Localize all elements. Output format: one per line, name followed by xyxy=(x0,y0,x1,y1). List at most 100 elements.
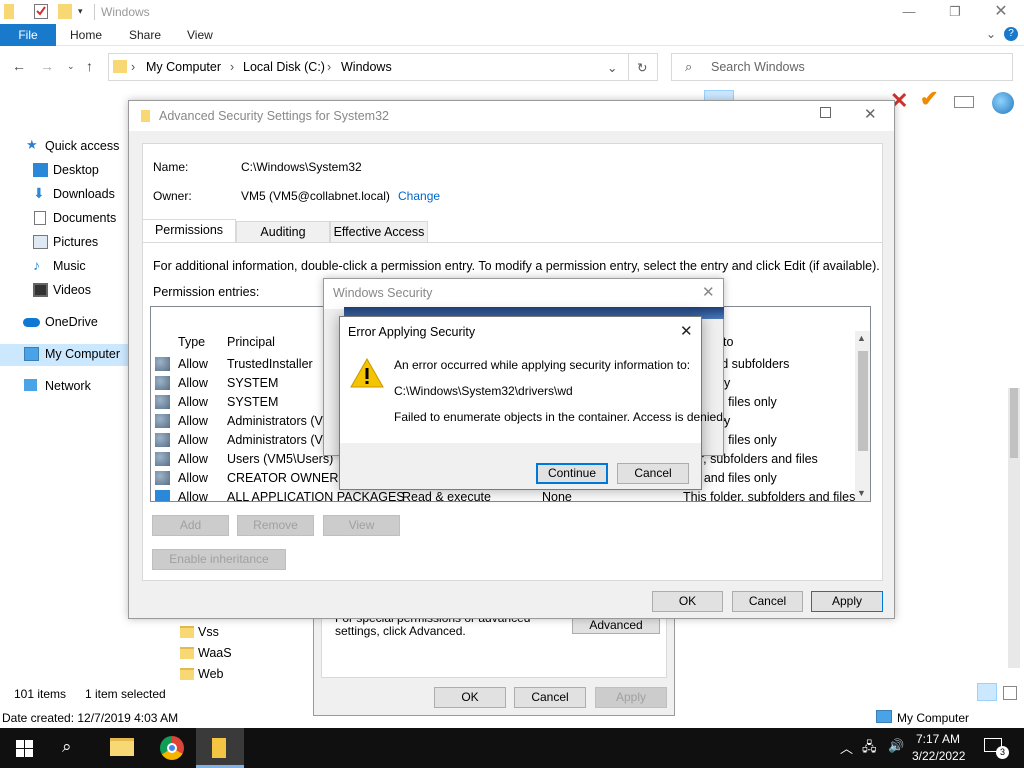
close-icon[interactable]: ✕ xyxy=(978,0,1024,24)
window-title: Windows xyxy=(101,5,150,19)
nav-label: Quick access xyxy=(45,139,120,153)
list-item[interactable]: WaaS xyxy=(180,645,280,665)
cell-principal: ALL APPLICATION PACKAGES xyxy=(227,490,405,502)
clock-date[interactable]: 3/22/2022 xyxy=(912,749,965,763)
apply-button[interactable]: Apply xyxy=(595,687,667,708)
show-hidden-icons[interactable]: ︿ xyxy=(840,738,853,757)
close-icon[interactable]: ✕ xyxy=(702,283,715,301)
search-input[interactable]: ⌕ Search Windows xyxy=(671,53,1013,81)
globe-icon[interactable] xyxy=(992,92,1014,114)
start-icon[interactable] xyxy=(16,740,33,757)
nav-desktop[interactable]: Desktop xyxy=(0,160,128,182)
pictures-icon xyxy=(33,235,48,249)
users-icon xyxy=(155,376,170,390)
forward-icon[interactable]: → xyxy=(40,58,54,74)
breadcrumb-local-disk[interactable]: Local Disk (C:) xyxy=(243,60,325,74)
ok-button[interactable]: OK xyxy=(434,687,506,708)
nav-label: My Computer xyxy=(45,347,121,361)
scrollbar-thumb[interactable] xyxy=(1010,388,1018,458)
up-icon[interactable]: ↑ xyxy=(86,58,93,74)
nav-onedrive[interactable]: OneDrive xyxy=(0,312,128,334)
nav-network[interactable]: Network xyxy=(0,376,128,398)
cancel-button[interactable]: Cancel xyxy=(617,463,689,484)
scroll-down-icon[interactable]: ▼ xyxy=(857,488,866,498)
nav-documents[interactable]: Documents xyxy=(0,208,128,230)
back-icon[interactable]: ← xyxy=(12,58,26,74)
list-item[interactable]: Web xyxy=(180,666,280,686)
column-applies-to[interactable]: to xyxy=(723,335,733,349)
expand-ribbon-icon[interactable]: ⌄ xyxy=(986,27,996,41)
cancel-button[interactable]: Cancel xyxy=(732,591,803,612)
table-row[interactable]: Allow ALL APPLICATION PACKAGES Read & exec… xyxy=(151,488,856,502)
maximize-icon[interactable]: ❐ xyxy=(932,0,978,24)
cancel-button[interactable]: Cancel xyxy=(514,687,586,708)
file-explorer-icon[interactable] xyxy=(110,738,134,756)
file-tab[interactable]: File xyxy=(0,24,56,46)
tab-effective-access[interactable]: Effective Access xyxy=(330,221,428,243)
maximize-icon[interactable] xyxy=(820,107,831,118)
column-type[interactable]: Type xyxy=(178,335,205,349)
rename-icon[interactable] xyxy=(954,96,974,108)
scrollbar-thumb[interactable] xyxy=(858,351,868,451)
permissions-info: For additional information, double-click… xyxy=(153,259,880,273)
remove-button[interactable]: Remove xyxy=(237,515,314,536)
enable-inheritance-button[interactable]: Enable inheritance xyxy=(152,549,286,570)
cell-inherited: None xyxy=(542,490,572,502)
folder-icon xyxy=(113,60,127,73)
details-view-icon[interactable] xyxy=(977,683,997,701)
close-icon[interactable]: ✕ xyxy=(680,322,693,340)
column-principal[interactable]: Principal xyxy=(227,335,275,349)
chrome-icon[interactable] xyxy=(160,736,184,760)
properties-icon[interactable] xyxy=(34,4,48,19)
view-button[interactable]: View xyxy=(323,515,400,536)
users-icon xyxy=(155,414,170,428)
apply-button[interactable]: Apply xyxy=(811,591,883,612)
cell-type: Allow xyxy=(178,395,208,409)
cell-type: Allow xyxy=(178,414,208,428)
large-icons-view-icon[interactable] xyxy=(1003,686,1017,700)
nav-music[interactable]: ♪ Music xyxy=(0,256,128,278)
folder-icon xyxy=(180,647,194,659)
change-owner-link[interactable]: Change xyxy=(398,189,440,203)
computer-icon xyxy=(876,710,892,723)
permission-entries-label: Permission entries: xyxy=(153,285,260,299)
minimize-icon[interactable]: — xyxy=(886,0,932,24)
add-button[interactable]: Add xyxy=(152,515,229,536)
tab-auditing[interactable]: Auditing xyxy=(236,221,330,243)
ok-button[interactable]: OK xyxy=(652,591,723,612)
chevron-down-icon[interactable]: ⌄ xyxy=(607,60,617,75)
nav-my-computer[interactable]: My Computer xyxy=(0,344,128,366)
breadcrumb-my-computer[interactable]: My Computer xyxy=(146,60,221,74)
nav-pictures[interactable]: Pictures xyxy=(0,232,128,254)
scrollbar[interactable] xyxy=(1008,388,1020,668)
chrome-center xyxy=(167,743,177,753)
ribbon-tabs: File Home Share View ⌄ ? xyxy=(0,24,1024,46)
search-icon[interactable]: ⌕ xyxy=(62,737,72,757)
new-folder-icon[interactable] xyxy=(58,4,72,19)
list-item[interactable]: Vss xyxy=(180,624,280,644)
videos-icon xyxy=(33,283,48,297)
scrollbar[interactable]: ▲ ▼ xyxy=(855,331,870,501)
volume-icon[interactable]: 🔊 xyxy=(888,738,904,754)
help-icon[interactable]: ? xyxy=(1004,27,1018,41)
close-icon[interactable]: ✕ xyxy=(864,105,877,123)
scroll-up-icon[interactable]: ▲ xyxy=(857,333,866,343)
refresh-icon[interactable]: ↻ xyxy=(637,60,647,75)
nav-quick-access[interactable]: ★ Quick access xyxy=(0,136,128,158)
network-icon[interactable]: 🖧 xyxy=(862,738,877,760)
tab-permissions[interactable]: Permissions xyxy=(142,219,236,243)
folder-icon xyxy=(180,626,194,638)
breadcrumb-windows[interactable]: Windows xyxy=(341,60,392,74)
address-bar[interactable]: › My Computer › Local Disk (C:) › Window… xyxy=(108,53,658,81)
customize-qat-icon[interactable]: ▾ xyxy=(78,6,83,17)
tab-home[interactable]: Home xyxy=(70,28,102,42)
nav-downloads[interactable]: ⬇ Downloads xyxy=(0,184,128,206)
recent-locations-icon[interactable]: ⌄ xyxy=(67,61,75,72)
active-app-highlight[interactable] xyxy=(196,728,244,768)
tab-share[interactable]: Share xyxy=(129,28,161,42)
checkmark-icon[interactable]: ✔ xyxy=(920,88,938,110)
clock-time[interactable]: 7:17 AM xyxy=(916,732,960,746)
tab-view[interactable]: View xyxy=(187,28,213,42)
nav-videos[interactable]: Videos xyxy=(0,280,128,302)
continue-button[interactable]: Continue xyxy=(536,463,608,484)
